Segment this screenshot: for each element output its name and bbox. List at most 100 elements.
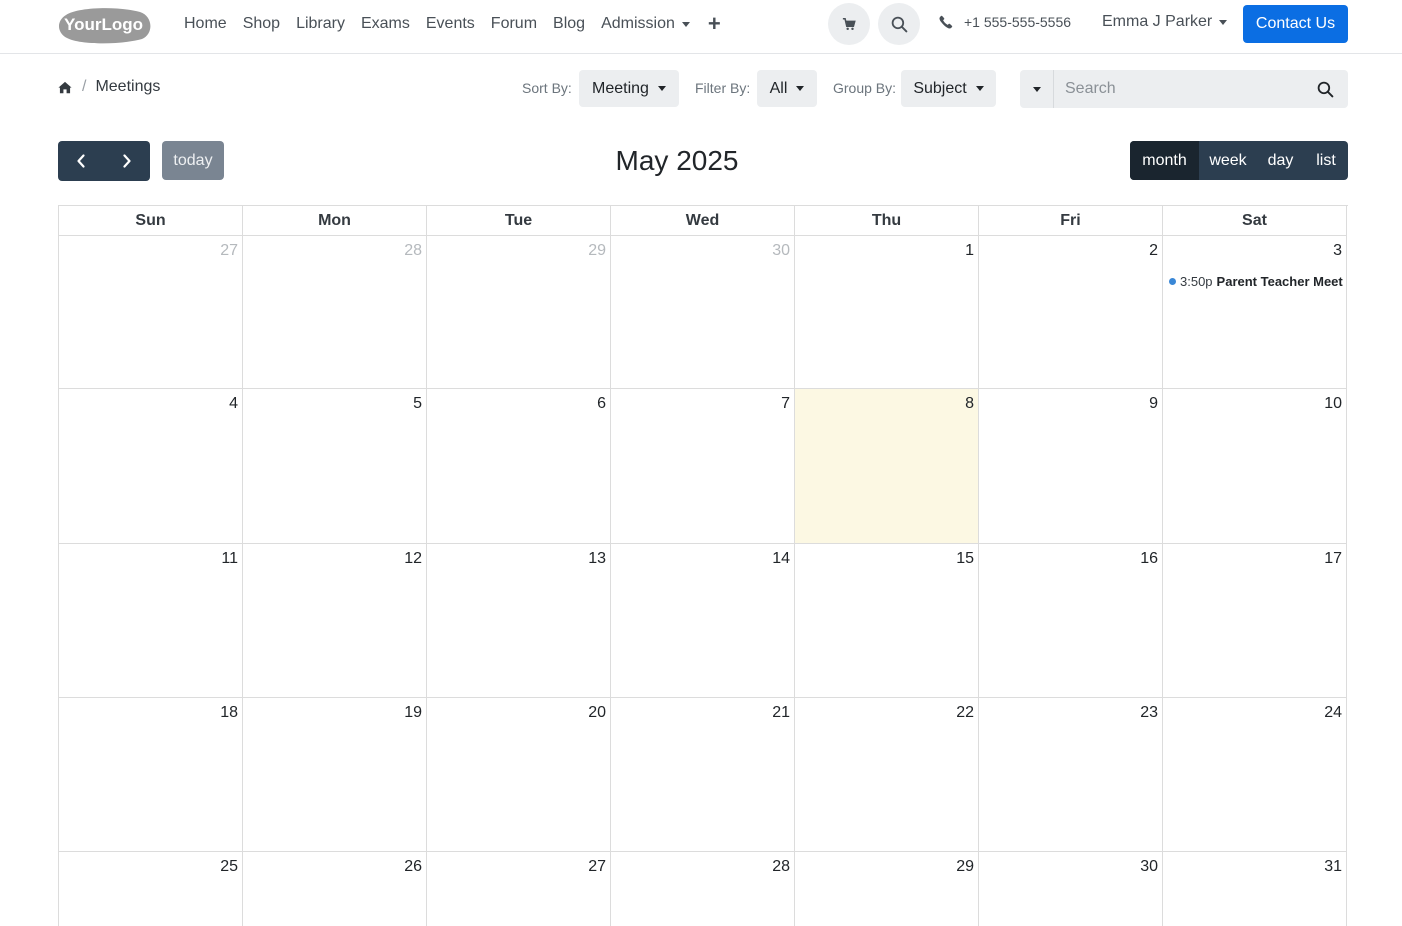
calendar-week-row: 27 28 29 30 1 2 3 3:50p Parent Teacher Meet bbox=[59, 236, 1348, 389]
cart-icon bbox=[842, 17, 856, 31]
calendar-day[interactable]: 2 bbox=[979, 236, 1163, 389]
calendar-day[interactable]: 22 bbox=[795, 698, 979, 852]
calendar-day[interactable]: 31 bbox=[1163, 852, 1347, 926]
calendar-day[interactable]: 26 bbox=[243, 852, 427, 926]
chevron-down-icon bbox=[975, 86, 984, 91]
calendar-day[interactable]: 29 bbox=[427, 236, 611, 389]
calendar-day[interactable]: 28 bbox=[611, 852, 795, 926]
chevron-left-icon bbox=[77, 154, 85, 168]
nav-blog[interactable]: Blog bbox=[553, 15, 585, 33]
search-icon bbox=[891, 16, 907, 32]
chevron-down-icon bbox=[681, 21, 690, 27]
day-number: 11 bbox=[221, 550, 238, 567]
calendar-day[interactable]: 12 bbox=[243, 544, 427, 698]
calendar-day[interactable]: 18 bbox=[59, 698, 243, 852]
calendar-day[interactable]: 5 bbox=[243, 389, 427, 544]
search-submit-button[interactable] bbox=[1304, 70, 1346, 108]
user-menu[interactable]: Emma J Parker bbox=[1102, 13, 1228, 31]
day-number: 27 bbox=[588, 858, 606, 875]
calendar-day[interactable]: 19 bbox=[243, 698, 427, 852]
calendar-day[interactable]: 16 bbox=[979, 544, 1163, 698]
calendar-day[interactable]: 27 bbox=[59, 236, 243, 389]
day-number: 23 bbox=[1140, 704, 1158, 721]
view-list-button[interactable]: list bbox=[1304, 141, 1348, 180]
calendar-day[interactable]: 28 bbox=[243, 236, 427, 389]
prev-month-button[interactable] bbox=[58, 141, 104, 181]
logo[interactable]: YourLogo bbox=[58, 6, 152, 44]
calendar-title: May 2025 bbox=[615, 145, 739, 176]
sort-by-dropdown[interactable]: Meeting bbox=[579, 70, 679, 107]
calendar-day[interactable]: 17 bbox=[1163, 544, 1347, 698]
nav-home[interactable]: Home bbox=[184, 15, 227, 33]
next-month-button[interactable] bbox=[104, 141, 150, 181]
calendar-event[interactable]: 3:50p Parent Teacher Meet bbox=[1169, 274, 1343, 289]
calendar-day-today[interactable]: 8 bbox=[795, 389, 979, 544]
nav-exams[interactable]: Exams bbox=[361, 15, 410, 33]
nav-admission-label: Admission bbox=[601, 15, 675, 32]
calendar-day[interactable]: 25 bbox=[59, 852, 243, 926]
calendar-day[interactable]: 7 bbox=[611, 389, 795, 544]
logo-text: YourLogo bbox=[64, 15, 143, 34]
nav-library[interactable]: Library bbox=[296, 15, 345, 33]
sort-by-label: Sort By: bbox=[522, 80, 572, 96]
calendar-day[interactable]: 11 bbox=[59, 544, 243, 698]
nav-forum[interactable]: Forum bbox=[491, 15, 537, 33]
phone-contact[interactable]: +1 555-555-5556 bbox=[939, 14, 1071, 30]
calendar-day[interactable]: 15 bbox=[795, 544, 979, 698]
calendar-day[interactable]: 23 bbox=[979, 698, 1163, 852]
today-button[interactable]: today bbox=[162, 141, 224, 180]
group-by-dropdown[interactable]: Subject bbox=[901, 70, 996, 107]
day-number: 27 bbox=[220, 242, 238, 259]
weekday-header: Wed bbox=[611, 206, 795, 236]
calendar-day[interactable]: 13 bbox=[427, 544, 611, 698]
nav-events[interactable]: Events bbox=[426, 15, 475, 33]
calendar-week-row: 18 19 20 21 22 23 24 bbox=[59, 698, 1348, 852]
cart-button[interactable] bbox=[828, 3, 870, 45]
calendar-day[interactable]: 3 3:50p Parent Teacher Meet bbox=[1163, 236, 1347, 389]
home-icon[interactable] bbox=[58, 81, 72, 94]
sort-by-value: Meeting bbox=[592, 79, 649, 97]
weekday-header: Thu bbox=[795, 206, 979, 236]
calendar-day[interactable]: 27 bbox=[427, 852, 611, 926]
filter-by-dropdown[interactable]: All bbox=[757, 70, 817, 107]
calendar-day[interactable]: 24 bbox=[1163, 698, 1347, 852]
top-navbar: YourLogo Home Shop Library Exams Events … bbox=[0, 0, 1402, 54]
day-number: 22 bbox=[956, 704, 974, 721]
day-number: 15 bbox=[956, 550, 974, 567]
day-number: 7 bbox=[781, 395, 790, 412]
calendar-day[interactable]: 6 bbox=[427, 389, 611, 544]
chevron-right-icon bbox=[123, 154, 131, 168]
filter-by-value: All bbox=[769, 79, 788, 97]
view-week-button[interactable]: week bbox=[1199, 141, 1257, 180]
search-input[interactable] bbox=[1054, 70, 1304, 108]
day-number: 13 bbox=[588, 550, 606, 567]
calendar-day[interactable]: 30 bbox=[611, 236, 795, 389]
view-day-button[interactable]: day bbox=[1257, 141, 1304, 180]
view-month-button[interactable]: month bbox=[1130, 141, 1199, 180]
nav-admission-dropdown[interactable]: Admission bbox=[601, 15, 690, 33]
search-filter-toggle[interactable] bbox=[1020, 70, 1054, 108]
chevron-down-icon bbox=[1219, 19, 1228, 25]
day-number: 16 bbox=[1140, 550, 1158, 567]
calendar-day[interactable]: 20 bbox=[427, 698, 611, 852]
group-by-label: Group By: bbox=[833, 80, 897, 96]
nav-shop[interactable]: Shop bbox=[243, 15, 280, 33]
weekday-header: Sun bbox=[59, 206, 243, 236]
contact-us-button[interactable]: Contact Us bbox=[1243, 5, 1348, 43]
calendar-grid: Sun Mon Tue Wed Thu Fri Sat 27 28 29 30 1 2 3 3… bbox=[58, 205, 1348, 926]
calendar-day[interactable]: 10 bbox=[1163, 389, 1347, 544]
navbar-search-button[interactable] bbox=[878, 3, 920, 45]
calendar-day[interactable]: 29 bbox=[795, 852, 979, 926]
day-number: 10 bbox=[1324, 395, 1342, 412]
day-number: 30 bbox=[772, 242, 790, 259]
day-number: 17 bbox=[1324, 550, 1342, 567]
calendar-day[interactable]: 14 bbox=[611, 544, 795, 698]
calendar-day[interactable]: 1 bbox=[795, 236, 979, 389]
event-dot-icon bbox=[1169, 278, 1176, 285]
calendar-day[interactable]: 21 bbox=[611, 698, 795, 852]
search-group bbox=[1020, 70, 1348, 108]
calendar-day[interactable]: 9 bbox=[979, 389, 1163, 544]
plus-icon[interactable]: + bbox=[708, 13, 721, 35]
calendar-day[interactable]: 4 bbox=[59, 389, 243, 544]
calendar-day[interactable]: 30 bbox=[979, 852, 1163, 926]
